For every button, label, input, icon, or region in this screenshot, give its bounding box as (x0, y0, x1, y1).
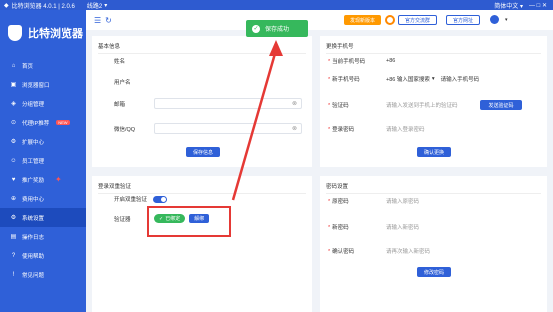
wechat-field[interactable]: ⊗ (154, 123, 302, 134)
reward-icon: ♥ (11, 176, 16, 183)
log-icon: ▤ (10, 234, 17, 240)
card-title: 更换手机号 (320, 36, 547, 54)
sidebar-item-settings[interactable]: ⚙ 系统设置 (0, 208, 86, 227)
code-input[interactable]: 请输入发送到手机上的验证码 (386, 101, 480, 109)
app-title: ◆ 比特浏览器 4.0.1 | 2.0.6 (0, 1, 75, 10)
avatar (490, 15, 499, 24)
faq-icon: ! (12, 271, 15, 278)
clear-icon[interactable]: ⊗ (292, 125, 297, 132)
card-title: 密码设置 (320, 176, 547, 194)
email-row: 邮箱 ⊗ (114, 98, 302, 109)
home-icon: ⌂ (11, 62, 16, 69)
country-code-select[interactable]: +86 输入国家搜索 ▾ (386, 75, 435, 83)
sidebar-item-reward[interactable]: ♥ 推广奖励 ✦ (0, 170, 86, 189)
app-name: 比特浏览器 4.0.1 | 2.0.6 (11, 3, 75, 10)
app-logo-icon: ◆ (4, 2, 9, 9)
enable-2fa-row: 开启双重验证 (114, 195, 168, 203)
old-pwd-row: * 原密码 请输入原密码 (328, 197, 420, 205)
name-row: 姓名 (114, 59, 126, 65)
sidebar-item-home[interactable]: ⌂ 首页 (0, 56, 86, 75)
line-select[interactable]: 线路2 ▾ (87, 1, 107, 10)
menu-icon[interactable]: ☰ (94, 16, 101, 25)
billing-icon: ⊕ (10, 196, 17, 202)
chevron-down-icon: ▾ (505, 16, 508, 23)
card-title: 登录双重验证 (92, 176, 312, 194)
line-label: 线路2 (86, 3, 103, 10)
window-controls[interactable]: — □ ✕ (529, 2, 547, 9)
sidebar-item-group[interactable]: ◈ 分组管理 (0, 94, 86, 113)
sidebar-item-billing[interactable]: ⊕ 费用中心 (0, 189, 86, 208)
new-phone-row: * 新手机号码 +86 输入国家搜索 ▾ 请输入手机号码 (328, 75, 480, 83)
chevron-down-icon: ▾ (104, 2, 108, 9)
confirm-pwd-row: * 确认密码 请再次输入新密码 (328, 247, 431, 255)
feedback-button[interactable]: 官方交流群 (398, 15, 438, 25)
send-code-button[interactable]: 发送验证码 (480, 100, 522, 110)
username-row: 用户名 (114, 80, 131, 86)
new-pwd-row: * 新密码 请输入新密码 (328, 223, 420, 231)
settings-icon: ⚙ (10, 215, 17, 221)
sidebar-item-proxy[interactable]: ⊙ 代理IP推荐 NEW (0, 113, 86, 132)
chevron-down-icon: ▾ (431, 76, 435, 82)
old-password-input[interactable]: 请输入原密码 (386, 197, 419, 205)
help-icon: ? (11, 252, 16, 259)
official-site-button[interactable]: 官方网址 (446, 15, 481, 25)
sidebar-item-help[interactable]: ? 使用帮助 (0, 246, 86, 265)
annotation-highlight-box (147, 206, 231, 237)
wechat-row: 微信/QQ ⊗ (114, 123, 302, 134)
extension-icon: ⚙ (10, 139, 17, 145)
user-menu[interactable]: ▾ (490, 15, 508, 24)
new-phone-input[interactable]: 请输入手机号码 (441, 75, 480, 83)
headset-icon[interactable] (385, 15, 395, 25)
window-icon: ▣ (10, 82, 17, 88)
title-bar: ◆ 比特浏览器 4.0.1 | 2.0.6 线路2 ▾ 简体中文 ▾ — □ ✕ (0, 0, 553, 10)
success-toast: ✓ 保存成功 (246, 20, 308, 37)
new-version-button[interactable]: 发现新版本 (344, 15, 382, 25)
sidebar-item-browser[interactable]: ▣ 浏览器窗口 (0, 75, 86, 94)
new-badge: NEW (56, 120, 70, 125)
sidebar-item-staff[interactable]: ☺ 员工管理 (0, 151, 86, 170)
sidebar-logo: 比特浏览器 (0, 10, 86, 56)
refresh-icon[interactable]: ↻ (105, 16, 112, 25)
group-icon: ◈ (11, 101, 16, 107)
sidebar-item-faq[interactable]: ! 常见问题 (0, 265, 86, 284)
check-circle-icon: ✓ (252, 24, 260, 33)
save-info-button[interactable]: 保存信息 (186, 147, 220, 157)
card-title: 基本信息 (92, 36, 312, 54)
two-factor-toggle[interactable] (153, 195, 168, 203)
new-password-input[interactable]: 请输入新密码 (386, 223, 419, 231)
change-password-button[interactable]: 修改密码 (417, 267, 451, 277)
old-phone-row: * 当前手机号码 +86 (328, 58, 396, 65)
sidebar: 比特浏览器 ⌂ 首页 ▣ 浏览器窗口 ◈ 分组管理 ⊙ 代理IP推荐 NEW ⚙ 扩展中心 … (0, 10, 86, 312)
login-pwd-row: * 登录密码 请输入登录密码 (328, 125, 425, 133)
clear-icon[interactable]: ⊗ (292, 100, 297, 107)
language-select[interactable]: 简体中文 ▾ (494, 1, 523, 10)
sidebar-item-extension[interactable]: ⚙ 扩展中心 (0, 132, 86, 151)
confirm-password-input[interactable]: 请再次输入新密码 (386, 247, 430, 255)
proxy-icon: ⊙ (10, 120, 17, 126)
login-password-input[interactable]: 请输入登录密码 (386, 125, 425, 133)
logo-text: 比特浏览器 (28, 28, 83, 40)
confirm-change-button[interactable]: 确认更换 (417, 147, 451, 157)
code-row: * 验证码 请输入发送到手机上的验证码 发送验证码 (328, 100, 522, 110)
logo-icon (8, 25, 22, 41)
sparkle-icon: ✦ (55, 175, 62, 184)
sidebar-item-log[interactable]: ▤ 操作日志 (0, 227, 86, 246)
email-field[interactable]: ⊗ (154, 98, 302, 109)
staff-icon: ☺ (10, 157, 17, 164)
top-bar: ☰ ↻ (86, 10, 553, 30)
